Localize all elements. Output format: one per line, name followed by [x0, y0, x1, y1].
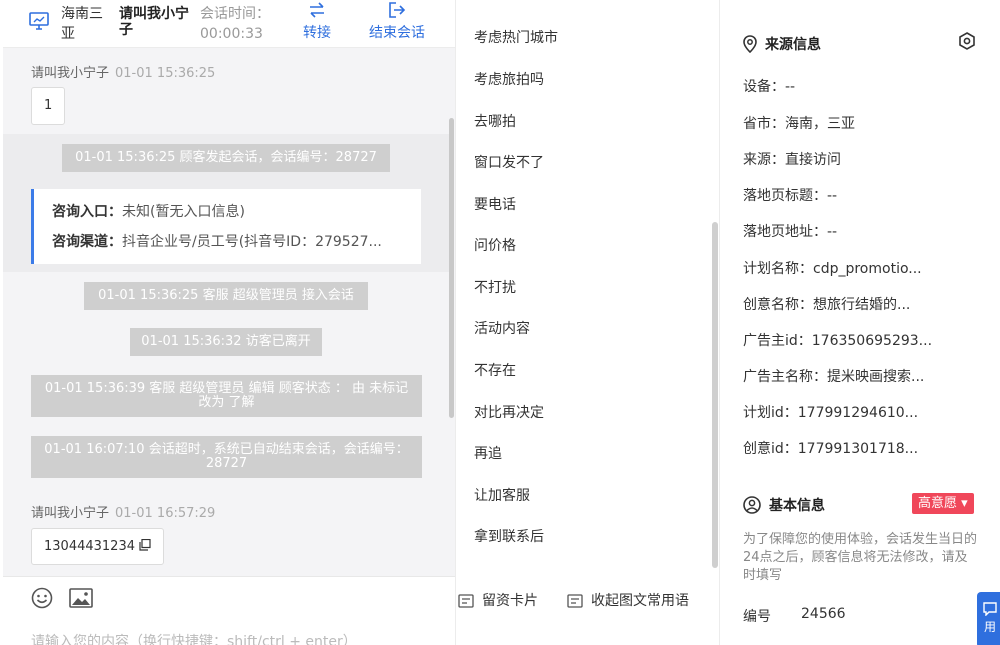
field-creative-id: 创意id：177991301718...: [743, 441, 919, 457]
consult-channel-label: 咨询渠道：: [52, 234, 122, 250]
phrase-item[interactable]: 对比再决定: [474, 402, 544, 422]
phrase-item[interactable]: 考虑热门城市: [474, 27, 558, 47]
field-plan-name: 计划名称：cdp_promotio...: [743, 261, 922, 277]
consult-entry-row: 咨询入口：未知(暂无入口信息): [52, 201, 421, 231]
user-icon: [743, 496, 761, 514]
quick-phrase-panel: 考虑热门城市 考虑旅拍吗 去哪拍 窗口发不了 要电话 问价格 不打扰 活动内容 …: [455, 0, 719, 645]
field-advertiser-id: 广告主id：176350695293...: [743, 333, 933, 349]
message-time: 01-01 15:36:25: [115, 66, 216, 81]
field-device: 设备：--: [743, 79, 796, 95]
emoji-icon[interactable]: [31, 587, 53, 609]
collapse-phrases-label: 收起图文常用语: [591, 593, 689, 609]
message-list[interactable]: 请叫我小宁子 01-01 15:36:25 1 01-01 15:36:25 顾客…: [3, 48, 455, 576]
message-sender-line: 请叫我小宁子 01-01 15:36:25: [31, 62, 215, 81]
floating-help-label: 用: [983, 620, 996, 634]
image-icon[interactable]: [69, 588, 93, 608]
message-sender-line: 请叫我小宁子 01-01 16:57:29: [31, 502, 215, 521]
field-source: 来源：直接访问: [743, 152, 841, 168]
consult-info-card: 咨询入口：未知(暂无入口信息) 咨询渠道：抖音企业号/员工号(抖音号ID：279…: [31, 189, 421, 264]
location-pin-icon: [743, 35, 757, 54]
leave-card-button[interactable]: 留资卡片: [458, 590, 538, 610]
settings-icon[interactable]: [958, 32, 976, 50]
consult-entry-value: 未知(暂无入口信息): [122, 204, 245, 220]
message-icon: [567, 594, 583, 608]
chat-header: 海南三亚 请叫我小宁子 会话时间： 00:00:33 转接 结束会话: [3, 0, 455, 48]
card-icon: [458, 594, 474, 608]
field-province-city: 省市：海南，三亚: [743, 116, 855, 132]
field-creative-name: 创意名称：想旅行结婚的...: [743, 297, 911, 313]
visitor-name: 请叫我小宁子: [119, 6, 189, 38]
message-bubble: 1: [31, 87, 66, 125]
source-info-title: 来源信息: [743, 34, 821, 54]
phrase-item[interactable]: 拿到联系后: [474, 526, 544, 546]
phrase-item[interactable]: 不打扰: [474, 277, 516, 297]
system-message: 01-01 15:36:25 客服 超级管理员 接入会话: [84, 282, 368, 310]
phrase-item[interactable]: 考虑旅拍吗: [474, 69, 544, 89]
transfer-button[interactable]: 转接: [299, 0, 335, 48]
source-info-label: 来源信息: [765, 37, 821, 53]
end-session-label: 结束会话: [369, 25, 425, 41]
field-landing-title: 落地页标题：--: [743, 188, 838, 204]
basic-info-title: 基本信息: [743, 495, 825, 515]
leave-card-label: 留资卡片: [482, 593, 538, 609]
consult-entry-label: 咨询入口：: [52, 204, 122, 220]
visitor-location: 海南三亚: [61, 6, 103, 42]
basic-info-label: 基本信息: [769, 498, 825, 514]
visitor-info-panel: 来源信息 设备：-- 省市：海南，三亚 来源：直接访问 落地页标题：-- 落地页…: [719, 0, 1000, 645]
consult-channel-value: 抖音企业号/员工号(抖音号ID：279527...: [122, 234, 382, 250]
chat-scrollbar[interactable]: [449, 118, 454, 418]
phrase-item[interactable]: 让加客服: [474, 485, 530, 505]
phrase-item[interactable]: 要电话: [474, 194, 516, 214]
phrase-item[interactable]: 活动内容: [474, 318, 530, 338]
phone-number-text: 13044431234: [44, 539, 135, 554]
phrase-item[interactable]: 不存在: [474, 360, 516, 380]
message-bubble: 13044431234: [31, 528, 165, 565]
chat-input-area: 请输入您的内容（换行快捷键：shift/ctrl + enter）: [3, 576, 455, 645]
end-session-button[interactable]: 结束会话: [365, 0, 429, 48]
chat-bubble-icon: [983, 602, 997, 616]
transfer-label: 转接: [303, 25, 331, 41]
edit-notice: 为了保障您的使用体验，会话发生当日的24点之后，顾客信息将无法修改，请及时填写: [743, 532, 978, 583]
session-time-label: 会话时间：: [200, 6, 270, 22]
phrase-scrollbar[interactable]: [712, 222, 718, 568]
transfer-icon: [310, 2, 324, 18]
phrase-item[interactable]: 去哪拍: [474, 111, 516, 131]
copy-icon[interactable]: [139, 538, 151, 551]
system-message: 01-01 15:36:25 顾客发起会话，会话编号：28727: [62, 144, 390, 172]
field-landing-url: 落地页地址：--: [743, 224, 838, 240]
floating-help-button[interactable]: 用: [977, 592, 1000, 645]
phrase-item[interactable]: 再追: [474, 443, 502, 463]
system-message: 01-01 15:36:39 客服 超级管理员 编辑 顾客状态 ： 由 未标记 …: [31, 375, 422, 417]
monitor-icon: [29, 12, 49, 30]
message-sender: 请叫我小宁子: [31, 506, 110, 521]
phrase-item[interactable]: 窗口发不了: [474, 152, 544, 172]
message-sender: 请叫我小宁子: [31, 66, 110, 81]
phrase-item[interactable]: 问价格: [474, 235, 516, 255]
session-time: 00:00:33: [200, 26, 263, 42]
field-plan-id: 计划id：177991294610...: [743, 405, 919, 421]
collapse-phrases-button[interactable]: 收起图文常用语: [567, 590, 689, 610]
chat-panel: 海南三亚 请叫我小宁子 会话时间： 00:00:33 转接 结束会话 请叫我小宁…: [3, 0, 455, 645]
customer-id-value: 24566: [801, 606, 846, 622]
system-message: 01-01 15:36:32 访客已离开: [130, 328, 322, 356]
customer-id-label: 编号: [743, 609, 771, 625]
message-time: 01-01 16:57:29: [115, 506, 216, 521]
message-input[interactable]: 请输入您的内容（换行快捷键：shift/ctrl + enter）: [31, 631, 357, 645]
field-advertiser-name: 广告主名称：提米映画搜索...: [743, 369, 925, 385]
intent-dropdown[interactable]: 高意愿 ▾: [912, 493, 974, 514]
system-message: 01-01 16:07:10 会话超时，系统已自动结束会话，会话编号：28727: [31, 436, 422, 478]
exit-icon: [389, 2, 406, 18]
consult-channel-row: 咨询渠道：抖音企业号/员工号(抖音号ID：279527...: [52, 231, 421, 261]
